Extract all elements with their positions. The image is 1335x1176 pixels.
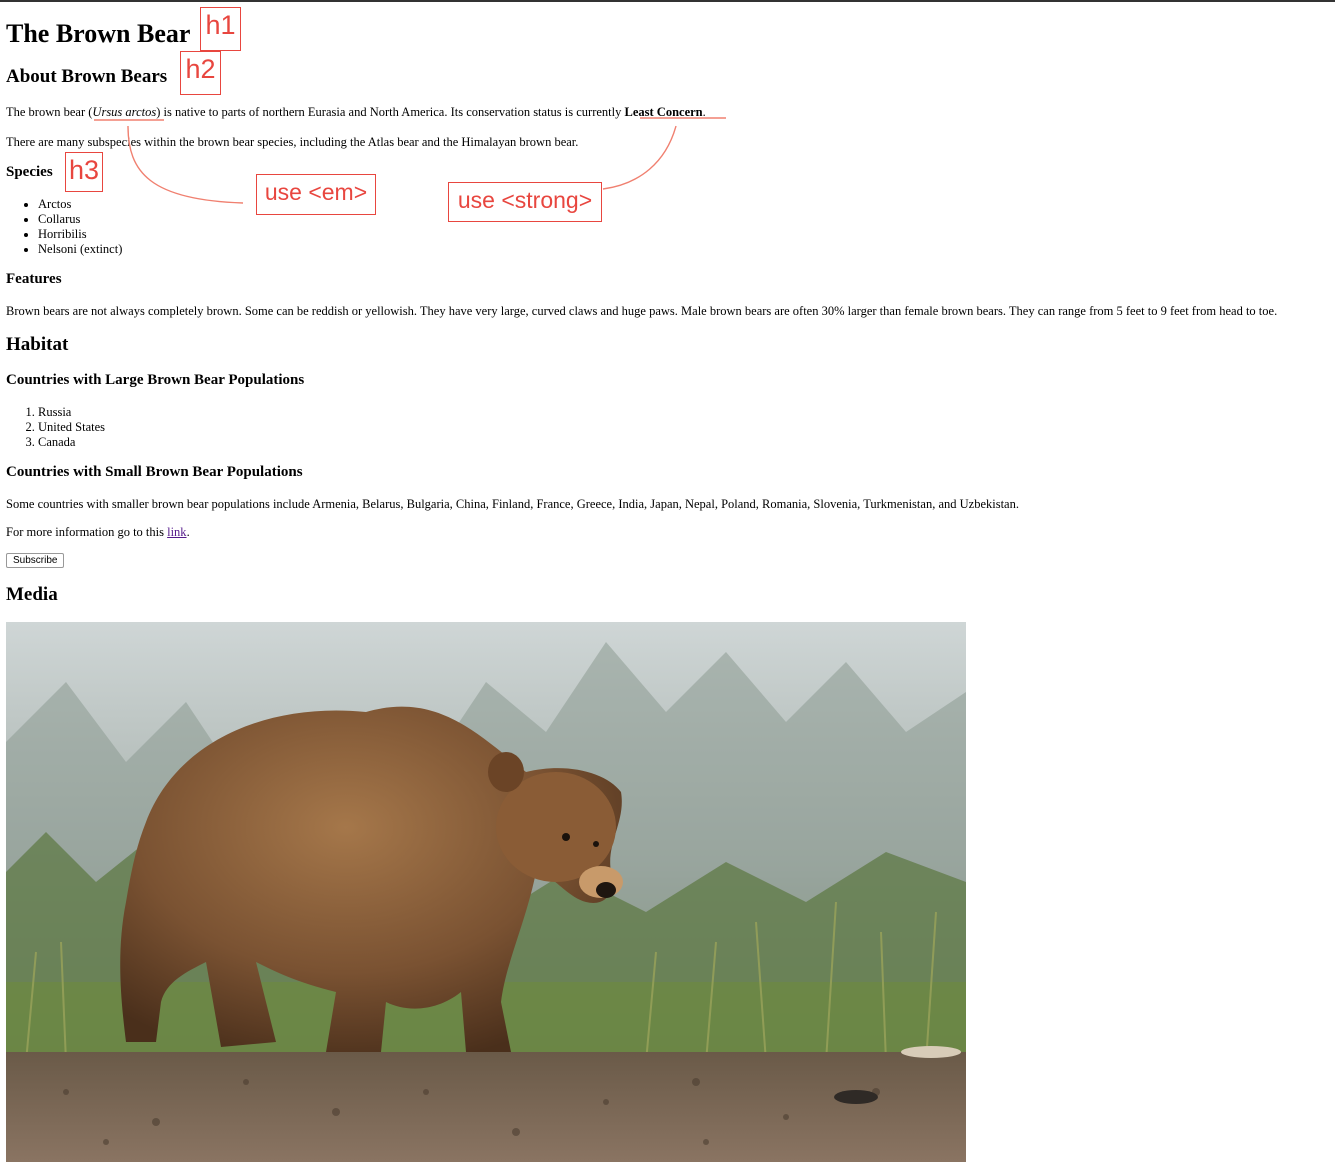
small-pop-paragraph: Some countries with smaller brown bear p… xyxy=(6,497,1019,511)
features-paragraph: Brown bears are not always completely br… xyxy=(6,304,1278,318)
media-heading: Media xyxy=(6,584,58,605)
more-info-post: . xyxy=(186,525,190,539)
species-heading: Species xyxy=(6,164,53,180)
more-info-paragraph: For more information go to this link. xyxy=(6,525,190,540)
subspecies-paragraph: There are many subspecies within the bro… xyxy=(6,135,579,149)
strong-annotation: use <strong> xyxy=(448,182,602,222)
strong-connector xyxy=(602,125,677,190)
more-info-pre: For more information go to this xyxy=(6,525,168,539)
brown-bear-photo xyxy=(6,622,966,1162)
h1-annotation: h1 xyxy=(200,7,241,51)
about-heading: About Brown Bears xyxy=(6,66,168,87)
list-item: Canada xyxy=(38,435,105,450)
list-item: Arctos xyxy=(38,197,122,212)
species-name: Ursus arctos xyxy=(92,105,157,119)
intro-post: . xyxy=(702,105,706,119)
features-heading: Features xyxy=(6,271,62,287)
intro-paragraph: The brown bear (Ursus arctos) is native … xyxy=(6,105,706,120)
large-pop-list: Russia United States Canada xyxy=(6,405,105,450)
em-annotation: use <em> xyxy=(256,174,376,215)
intro-mid: ) is native to parts of northern Eurasia… xyxy=(156,105,625,119)
h3-annotation: h3 xyxy=(65,152,103,192)
h2-annotation: h2 xyxy=(180,51,221,95)
list-item: United States xyxy=(38,420,105,435)
list-item: Russia xyxy=(38,405,105,420)
bear-illustration xyxy=(6,622,966,1162)
list-item: Horribilis xyxy=(38,227,122,242)
list-item: Collarus xyxy=(38,212,122,227)
subscribe-button[interactable]: Subscribe xyxy=(6,553,65,568)
page-title: The Brown Bear xyxy=(6,19,191,48)
annotation-lines xyxy=(94,117,726,204)
intro-pre: The brown bear ( xyxy=(6,105,93,119)
species-list: Arctos Collarus Horribilis Nelsoni (exti… xyxy=(6,197,122,257)
list-item: Nelsoni (extinct) xyxy=(38,242,122,257)
more-info-link[interactable]: link xyxy=(167,525,186,539)
habitat-heading: Habitat xyxy=(6,334,69,355)
small-pop-heading: Countries with Small Brown Bear Populati… xyxy=(6,464,303,480)
large-pop-heading: Countries with Large Brown Bear Populati… xyxy=(6,372,305,388)
conservation-status: Least Concern xyxy=(624,105,703,119)
